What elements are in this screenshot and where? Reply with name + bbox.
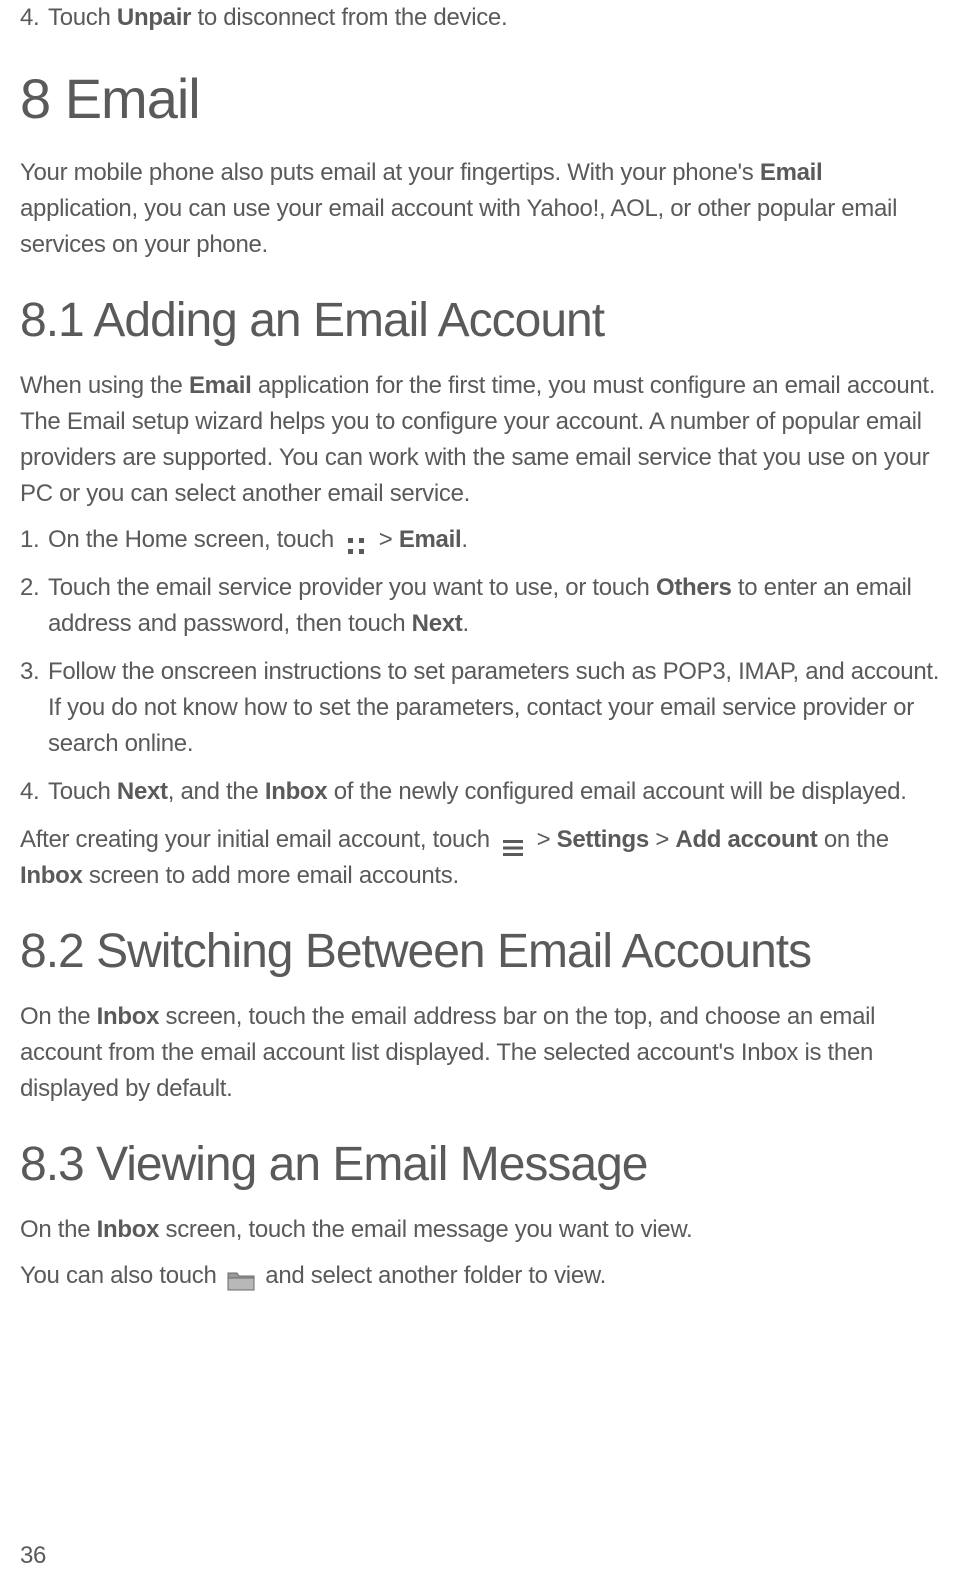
apps-grid-icon bbox=[346, 531, 366, 551]
section-heading-8-3: 8.3 Viewing an Email Message bbox=[20, 1137, 945, 1192]
section-8-1-after: After creating your initial email accoun… bbox=[20, 822, 945, 894]
step-2: 2. Touch the email service provider you … bbox=[20, 570, 945, 642]
step-text: Follow the onscreen instructions to set … bbox=[48, 654, 945, 762]
step-number: 2. bbox=[20, 570, 48, 642]
text-prefix: On the Home screen, touch bbox=[48, 526, 340, 553]
text-mid: , and the bbox=[168, 778, 265, 805]
chapter-heading: 8 Email bbox=[20, 66, 945, 131]
text-prefix: You can also touch bbox=[20, 1262, 223, 1289]
chapter-intro: Your mobile phone also puts email at you… bbox=[20, 155, 945, 263]
page-number: 36 bbox=[20, 1542, 46, 1570]
text-bold: Email bbox=[399, 526, 462, 553]
text-mid-3: on the bbox=[817, 826, 888, 853]
step-unpair: 4. Touch Unpair to disconnect from the d… bbox=[20, 0, 945, 36]
text-mid: > bbox=[530, 826, 556, 853]
step-text: On the Home screen, touch > Email. bbox=[48, 522, 945, 558]
text-prefix: Touch the email service provider you wan… bbox=[48, 574, 656, 601]
text-bold-2: Add account bbox=[675, 826, 817, 853]
text-prefix: On the bbox=[20, 1003, 97, 1030]
text-prefix: After creating your initial email accoun… bbox=[20, 826, 496, 853]
text-suffix: of the newly configured email account wi… bbox=[327, 778, 906, 805]
text-bold-2: Next bbox=[412, 610, 463, 637]
step-number: 1. bbox=[20, 522, 48, 558]
section-8-1-intro: When using the Email application for the… bbox=[20, 368, 945, 512]
text-suffix: application, you can use your email acco… bbox=[20, 195, 897, 258]
text-suffix: . bbox=[461, 526, 467, 553]
text-mid-2: > bbox=[649, 826, 675, 853]
text-suffix: screen to add more email accounts. bbox=[83, 862, 459, 889]
text-prefix: Touch bbox=[48, 778, 117, 805]
text-suffix: and select another folder to view. bbox=[259, 1262, 606, 1289]
section-8-3-line-2: You can also touch and select another fo… bbox=[20, 1258, 945, 1294]
step-3: 3. Follow the onscreen instructions to s… bbox=[20, 654, 945, 762]
step-number: 3. bbox=[20, 654, 48, 762]
text-bold: Next bbox=[117, 778, 168, 805]
step-4: 4. Touch Next, and the Inbox of the newl… bbox=[20, 774, 945, 810]
text-bold: Others bbox=[656, 574, 732, 601]
text-bold: Email bbox=[760, 159, 823, 186]
step-number: 4. bbox=[20, 0, 48, 36]
text-bold: Unpair bbox=[117, 4, 191, 31]
section-8-2-body: On the Inbox screen, touch the email add… bbox=[20, 999, 945, 1107]
text-bold-3: Inbox bbox=[20, 862, 83, 889]
menu-icon bbox=[502, 832, 524, 850]
step-text: Touch the email service provider you wan… bbox=[48, 570, 945, 642]
folder-icon bbox=[227, 1266, 255, 1288]
step-number: 4. bbox=[20, 774, 48, 810]
text-mid: > bbox=[372, 526, 398, 553]
text-suffix: to disconnect from the device. bbox=[191, 4, 507, 31]
step-text: Touch Next, and the Inbox of the newly c… bbox=[48, 774, 945, 810]
text-bold-2: Inbox bbox=[265, 778, 328, 805]
text-prefix: On the bbox=[20, 1216, 97, 1243]
text-bold: Inbox bbox=[97, 1216, 160, 1243]
text-bold: Settings bbox=[557, 826, 649, 853]
section-heading-8-1: 8.1 Adding an Email Account bbox=[20, 293, 945, 348]
text-prefix: Touch bbox=[48, 4, 117, 31]
text-bold: Email bbox=[189, 372, 252, 399]
section-8-3-line-1: On the Inbox screen, touch the email mes… bbox=[20, 1212, 945, 1248]
step-text: Touch Unpair to disconnect from the devi… bbox=[48, 0, 945, 36]
text-bold: Inbox bbox=[97, 1003, 160, 1030]
step-list-8-1: 1. On the Home screen, touch > Email. 2.… bbox=[20, 522, 945, 810]
step-1: 1. On the Home screen, touch > Email. bbox=[20, 522, 945, 558]
text-prefix: Your mobile phone also puts email at you… bbox=[20, 159, 760, 186]
text-prefix: When using the bbox=[20, 372, 189, 399]
text-suffix: . bbox=[463, 610, 469, 637]
text-suffix: screen, touch the email message you want… bbox=[159, 1216, 692, 1243]
section-heading-8-2: 8.2 Switching Between Email Accounts bbox=[20, 924, 945, 979]
